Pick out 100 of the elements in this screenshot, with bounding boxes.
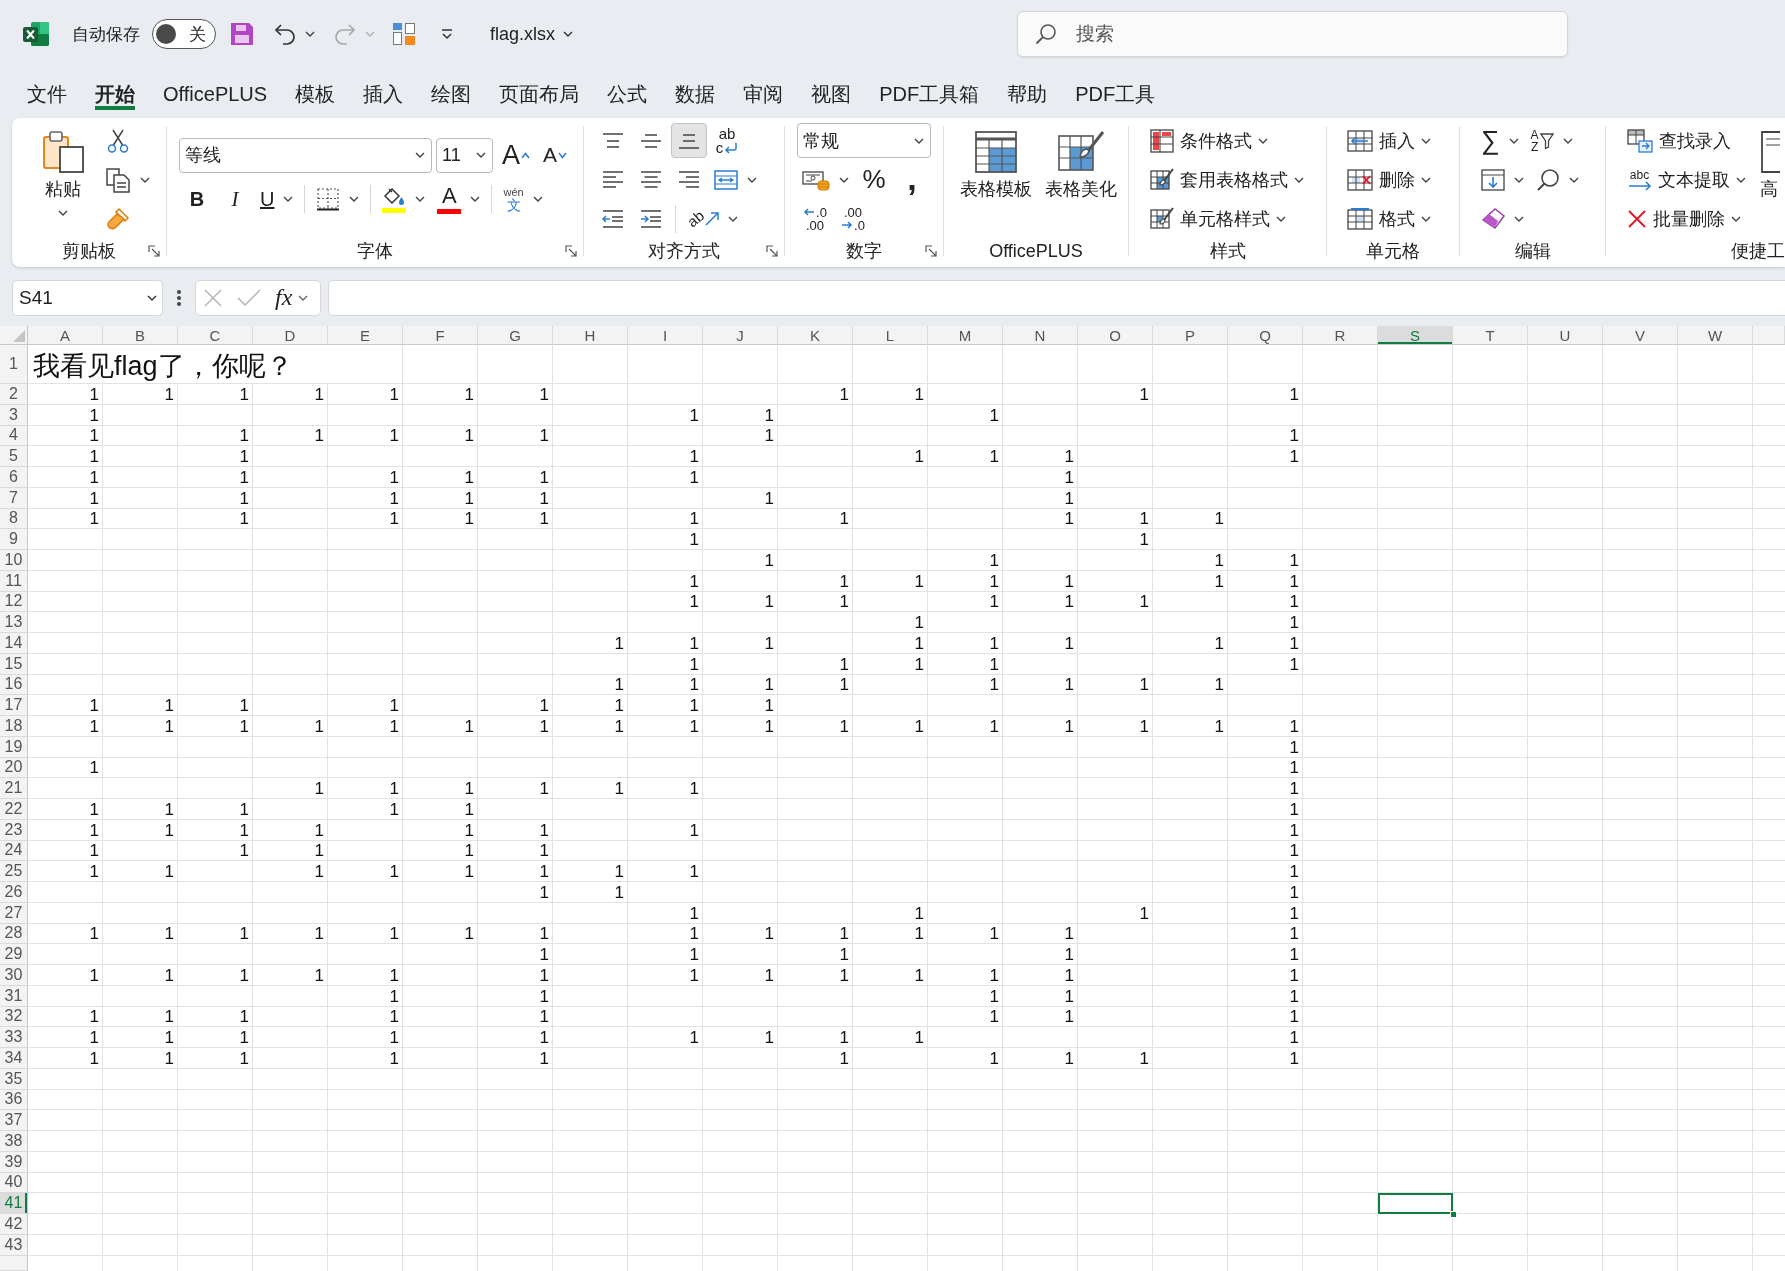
column-header[interactable]: T xyxy=(1453,326,1528,345)
save-button[interactable] xyxy=(230,22,254,46)
row-header[interactable]: 5 xyxy=(0,446,28,467)
row-header[interactable]: 43 xyxy=(0,1234,28,1256)
row-header[interactable]: 31 xyxy=(0,985,28,1007)
column-header[interactable]: G xyxy=(478,326,553,345)
layout-button[interactable] xyxy=(392,22,416,46)
column-header[interactable]: C xyxy=(178,326,253,345)
increase-decimal-button[interactable]: .0 .00 xyxy=(797,201,833,236)
row-header[interactable]: 26 xyxy=(0,882,28,903)
dialog-launcher-button[interactable] xyxy=(924,244,938,258)
row-header[interactable]: 13 xyxy=(0,612,28,633)
row-header[interactable]: 37 xyxy=(0,1110,28,1131)
font-name-field[interactable]: 等线 xyxy=(179,137,432,173)
row-header[interactable]: 15 xyxy=(0,653,28,675)
row-header[interactable]: 17 xyxy=(0,695,28,716)
row-header[interactable]: 42 xyxy=(0,1214,28,1235)
row-header[interactable]: 30 xyxy=(0,965,28,986)
column-header[interactable]: A xyxy=(28,326,103,345)
row-header[interactable]: 12 xyxy=(0,591,28,613)
column-header[interactable]: O xyxy=(1078,326,1153,345)
find-entry-button[interactable]: 查找录入 xyxy=(1624,123,1734,158)
comma-style-button[interactable]: , xyxy=(894,162,930,197)
undo-button[interactable] xyxy=(273,23,315,45)
row-header[interactable]: 8 xyxy=(0,508,28,530)
column-header[interactable]: V xyxy=(1603,326,1678,345)
ribbon-tab[interactable]: 数据 xyxy=(675,82,716,110)
column-header[interactable]: U xyxy=(1528,326,1603,345)
row-header[interactable]: 23 xyxy=(0,819,28,841)
row-header[interactable]: 10 xyxy=(0,550,28,571)
dialog-launcher-button[interactable] xyxy=(147,244,161,258)
column-header[interactable]: K xyxy=(778,326,853,345)
column-header[interactable]: E xyxy=(328,326,403,345)
font-size-field[interactable]: 11 xyxy=(436,137,493,173)
insert-function-button[interactable]: fx xyxy=(275,284,309,311)
grow-font-button[interactable]: A xyxy=(497,137,535,173)
row-header[interactable]: 24 xyxy=(0,840,28,862)
row-header[interactable]: 2 xyxy=(0,384,28,405)
file-name-button[interactable]: flag.xlsx xyxy=(490,23,574,45)
column-header[interactable]: D xyxy=(253,326,328,345)
dialog-launcher-button[interactable] xyxy=(564,244,578,258)
row-header[interactable]: 19 xyxy=(0,736,28,758)
row-header[interactable]: 11 xyxy=(0,570,28,592)
format-as-table-button[interactable]: 套用表格格式 xyxy=(1147,162,1307,197)
phonetic-guide-button[interactable]: wén 文 xyxy=(498,181,548,217)
row-header[interactable]: 38 xyxy=(0,1131,28,1152)
italic-button[interactable]: I xyxy=(217,181,253,217)
row-header[interactable]: 4 xyxy=(0,425,28,447)
column-header[interactable]: L xyxy=(853,326,928,345)
column-header[interactable]: Q xyxy=(1228,326,1303,345)
ribbon-tab[interactable]: 模板 xyxy=(295,82,336,110)
row-header[interactable]: 1 xyxy=(0,345,28,384)
row-header[interactable]: 18 xyxy=(0,716,28,737)
conditional-format-button[interactable]: 条件格式 xyxy=(1147,123,1271,158)
row-header[interactable]: 35 xyxy=(0,1068,28,1090)
row-header[interactable]: 7 xyxy=(0,487,28,509)
ribbon-tab[interactable]: 页面布局 xyxy=(499,82,580,110)
column-header[interactable]: W xyxy=(1678,326,1753,345)
row-header[interactable]: 6 xyxy=(0,467,28,488)
search-field[interactable]: 搜索 xyxy=(1017,11,1568,57)
ribbon-tab[interactable]: 开始 xyxy=(95,82,135,110)
column-header[interactable]: M xyxy=(928,326,1003,345)
column-header[interactable]: I xyxy=(628,326,703,345)
autosum-button[interactable]: ∑ xyxy=(1476,123,1524,158)
ribbon-tab[interactable]: 视图 xyxy=(811,82,852,110)
ribbon-tab[interactable]: 公式 xyxy=(607,82,648,110)
batch-delete-button[interactable]: 批量删除 xyxy=(1624,201,1744,236)
row-header[interactable]: 40 xyxy=(0,1172,28,1194)
delete-cells-button[interactable]: 删除 xyxy=(1344,162,1434,197)
row-header[interactable]: 22 xyxy=(0,799,28,820)
row-header[interactable]: 27 xyxy=(0,902,28,924)
column-header[interactable]: H xyxy=(553,326,628,345)
ribbon-tab[interactable]: PDF工具箱 xyxy=(879,82,980,110)
shrink-font-button[interactable]: A xyxy=(537,137,573,173)
ribbon-tab[interactable]: 插入 xyxy=(363,82,404,110)
ribbon-tab[interactable]: OfficePLUS xyxy=(163,82,268,110)
name-field[interactable]: S41 xyxy=(12,279,163,316)
column-header[interactable]: S xyxy=(1378,326,1453,345)
align-bottom-button[interactable] xyxy=(671,123,707,158)
formula-field[interactable] xyxy=(328,279,1785,316)
orientation-button[interactable]: ab xyxy=(682,201,743,236)
ribbon-tab[interactable]: PDF工具 xyxy=(1075,82,1156,110)
ribbon-tab[interactable]: 文件 xyxy=(27,82,67,110)
ribbon-tab[interactable]: 绘图 xyxy=(431,82,472,110)
table-template-button[interactable]: 表格模板 xyxy=(959,121,1033,238)
column-header[interactable]: J xyxy=(703,326,778,345)
customize-button[interactable] xyxy=(440,28,454,40)
sort-filter-button[interactable]: A Z xyxy=(1525,123,1578,158)
column-header[interactable]: P xyxy=(1153,326,1228,345)
font-color-button[interactable]: A xyxy=(432,181,486,217)
row-header[interactable]: 36 xyxy=(0,1089,28,1111)
bold-button[interactable]: B xyxy=(179,181,215,217)
row-header[interactable]: 41 xyxy=(0,1193,28,1214)
decrease-decimal-button[interactable]: .00 .0 xyxy=(835,201,871,236)
row-header[interactable]: 33 xyxy=(0,1027,28,1048)
text-extract-button[interactable]: abc 文本提取 xyxy=(1624,162,1749,197)
insert-cells-button[interactable]: 插入 xyxy=(1344,123,1434,158)
row-header[interactable]: 25 xyxy=(0,861,28,882)
ribbon-tab[interactable]: 帮助 xyxy=(1007,82,1048,110)
row-header[interactable]: 3 xyxy=(0,404,28,426)
